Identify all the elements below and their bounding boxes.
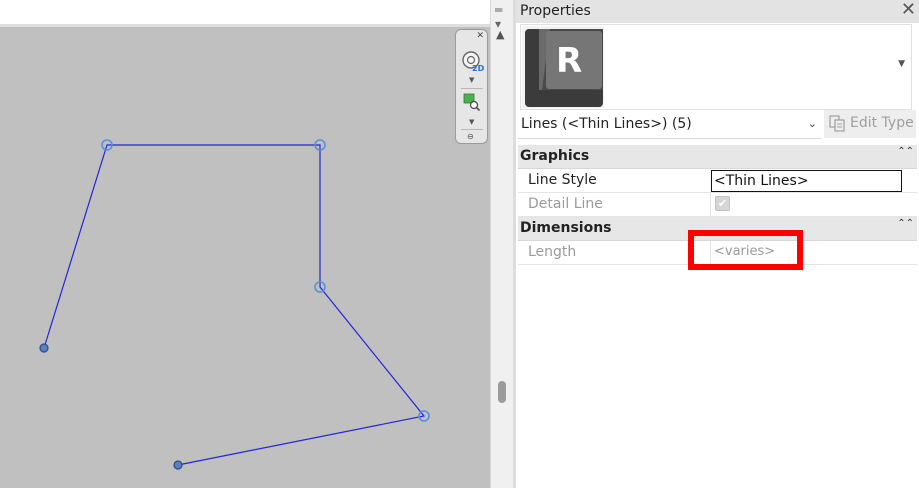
collapse-icon[interactable]: ⌃⌃ (897, 146, 914, 157)
edit-type-button[interactable]: Edit Type (824, 110, 916, 138)
property-name: Line Style (528, 172, 597, 188)
property-row-detail-line: Detail Line ✔ (518, 193, 917, 217)
chevron-down-icon[interactable]: ▼ (898, 59, 905, 69)
revit-logo-letter: R (556, 41, 582, 81)
property-value-cell: ✔ (710, 193, 917, 216)
instance-filter-value: Lines (<Thin Lines>) (5) (521, 116, 692, 132)
type-thumbnail: R (522, 26, 604, 108)
detail-line-chain[interactable] (43, 144, 426, 466)
navbar-options-icon[interactable]: ⊖ (467, 132, 474, 141)
edit-type-icon (829, 115, 846, 136)
panel-title: Properties (520, 3, 591, 19)
edit-type-label: Edit Type (850, 115, 914, 131)
collapse-icon[interactable]: ⌃⌃ (897, 218, 914, 229)
line-style-field[interactable]: <Thin Lines> (711, 170, 902, 192)
chevron-down-icon[interactable]: ▼ (469, 118, 474, 126)
instance-filter-dropdown[interactable]: Lines (<Thin Lines>) (5) ⌄ (518, 112, 821, 139)
zoom-region-icon[interactable] (463, 93, 481, 115)
group-label: Dimensions (520, 220, 612, 236)
property-name: Detail Line (528, 196, 603, 212)
navigation-bar: ✕ 2D ▼ ▼ ⊖ (455, 29, 488, 144)
view-mode-badge: 2D (472, 64, 485, 73)
properties-title-bar: Properties ✕ (516, 0, 919, 23)
detail-lines-sketch (39, 139, 430, 470)
close-icon[interactable]: ✕ (476, 31, 484, 41)
annotation-highlight-box (688, 230, 803, 270)
group-label: Graphics (520, 148, 590, 164)
instance-selector-row: Lines (<Thin Lines>) (5) ⌄ Edit Type (518, 110, 918, 139)
canvas-scrollbar[interactable]: ═ ▾ ▲ (490, 0, 513, 488)
drawing-canvas[interactable]: ✕ 2D ▼ ▼ ⊖ (0, 0, 490, 488)
property-name: Length (528, 244, 577, 260)
scroll-up-icon[interactable]: ▲ (496, 28, 504, 41)
menu-icon[interactable]: ═ ▾ (495, 3, 502, 31)
navbar-separator (461, 88, 483, 89)
detail-line-checkbox: ✔ (715, 196, 730, 211)
scrollbar-thumb[interactable] (498, 381, 506, 403)
type-selector[interactable]: R ▼ (520, 24, 912, 110)
navbar-separator (461, 129, 483, 130)
property-value: <Thin Lines> (714, 173, 809, 189)
line-endpoint-grip[interactable] (39, 343, 49, 353)
chevron-down-icon[interactable]: ⌄ (808, 117, 817, 130)
line-endpoint-grip[interactable] (173, 460, 183, 470)
property-row-line-style: Line Style <Thin Lines> (518, 169, 917, 193)
group-graphics[interactable]: Graphics ⌃⌃ (518, 145, 917, 169)
chevron-down-icon[interactable]: ▼ (469, 76, 474, 84)
close-icon[interactable]: ✕ (901, 0, 916, 20)
